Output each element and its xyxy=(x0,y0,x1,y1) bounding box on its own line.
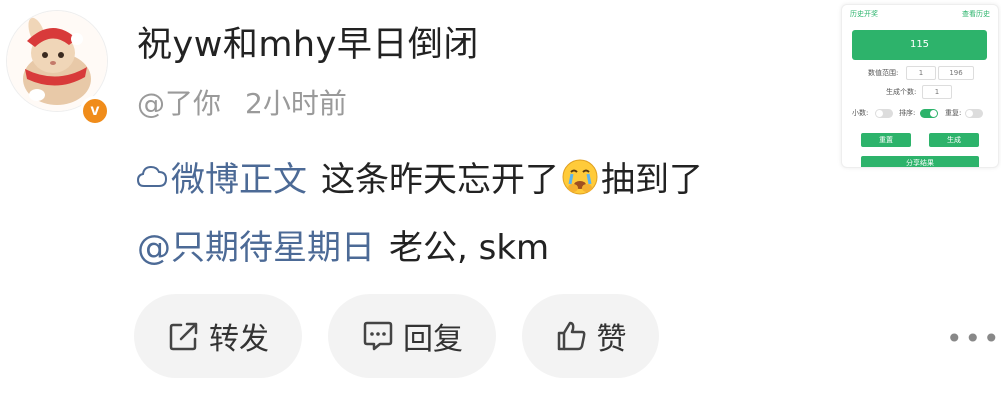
sort-toggle[interactable] xyxy=(920,109,938,118)
range-row: 数值范围: 1 196 xyxy=(842,66,998,80)
comment-icon xyxy=(363,321,393,351)
weibo-topic-icon xyxy=(137,165,167,187)
options-row: 小数: 排序: 重复: xyxy=(842,107,998,121)
post-time: 2小时前 xyxy=(245,87,347,120)
generated-result: 115 xyxy=(852,30,987,60)
history-link[interactable]: 历史开奖 xyxy=(850,9,878,19)
verified-badge-icon: v xyxy=(80,96,110,126)
widget-header: 历史开奖 查看历史 xyxy=(850,9,990,21)
count-input[interactable]: 1 xyxy=(922,85,952,99)
reply-label: 回复 xyxy=(403,322,463,357)
thumbs-up-icon xyxy=(557,321,585,351)
reset-button[interactable]: 重置 xyxy=(861,133,911,147)
topic-link[interactable]: 微博正文 xyxy=(137,152,307,201)
forward-icon xyxy=(169,322,198,351)
range-min-input[interactable]: 1 xyxy=(906,66,936,80)
reply-button[interactable]: 回复 xyxy=(328,294,496,378)
forward-label: 转发 xyxy=(209,322,269,357)
mention-link[interactable]: @只期待星期日 xyxy=(137,228,375,268)
count-label: 生成个数: xyxy=(886,88,917,96)
range-max-input[interactable]: 196 xyxy=(938,66,974,80)
repeat-label: 重复: xyxy=(945,109,962,117)
sort-label: 排序: xyxy=(899,109,916,117)
more-icon[interactable]: ••• xyxy=(946,322,1001,355)
repeat-toggle[interactable] xyxy=(965,109,983,118)
post-text-part-3: 老公, skm xyxy=(389,228,550,268)
post-text-part-2: 抽到了 xyxy=(601,160,703,200)
view-history-link[interactable]: 查看历史 xyxy=(962,9,990,19)
like-button[interactable]: 赞 xyxy=(522,294,659,378)
post-title: 祝yw和mhy早日倒闭 xyxy=(137,25,479,65)
like-label: 赞 xyxy=(596,322,627,357)
count-row: 生成个数: 1 xyxy=(842,85,998,99)
forward-button[interactable]: 转发 xyxy=(134,294,302,378)
topic-label: 微博正文 xyxy=(171,160,307,200)
avatar[interactable]: v xyxy=(6,10,110,126)
range-label: 数值范围: xyxy=(868,69,899,77)
generate-button[interactable]: 生成 xyxy=(929,133,979,147)
share-result-button[interactable]: 分享结果 xyxy=(861,156,979,167)
decimal-toggle[interactable] xyxy=(875,109,893,118)
post-meta: @了你 2小时前 xyxy=(137,82,347,122)
random-generator-widget: 历史开奖 查看历史 115 数值范围: 1 196 生成个数: 1 小数: 排序… xyxy=(841,4,999,168)
post-text-part-1: 这条昨天忘开了 xyxy=(321,160,559,200)
crying-face-emoji-icon xyxy=(562,159,598,194)
post-text: 这条昨天忘开了 抽到了 xyxy=(321,152,703,201)
author-handle[interactable]: @了你 xyxy=(137,87,221,120)
decimal-label: 小数: xyxy=(852,109,869,117)
post-body-line-2: @只期待星期日 老公, skm xyxy=(137,220,549,269)
post-body-line-1: 微博正文 这条昨天忘开了 抽到了 xyxy=(137,152,703,201)
